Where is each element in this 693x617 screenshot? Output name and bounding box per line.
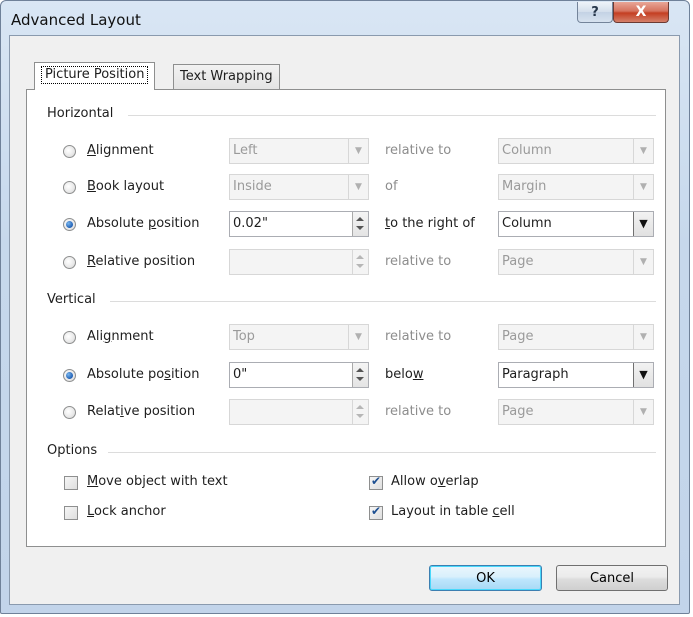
- select-horizontal-alignment-target[interactable]: Column ▼: [498, 138, 654, 164]
- select-horizontal-absolute-target[interactable]: Column ▼: [498, 211, 654, 237]
- radio-vertical-alignment[interactable]: [63, 331, 76, 344]
- label-lock-anchor: Lock anchor: [87, 504, 166, 519]
- label-relation: relative to: [385, 143, 452, 158]
- help-icon: ?: [591, 4, 599, 20]
- close-icon: X: [635, 4, 647, 20]
- checkbox-lock-anchor[interactable]: [64, 506, 78, 520]
- select-vertical-absolute-target[interactable]: Paragraph ▼: [498, 362, 654, 388]
- label-relation: relative to: [385, 254, 452, 269]
- help-button[interactable]: ?: [577, 2, 613, 23]
- radio-horizontal-relative-position[interactable]: [63, 256, 76, 269]
- radio-book-layout[interactable]: [63, 181, 76, 194]
- dropdown-arrow-icon: ▼: [633, 175, 653, 199]
- checkbox-move-object-with-text[interactable]: [64, 476, 78, 490]
- radio-horizontal-alignment[interactable]: [63, 145, 76, 158]
- spinner-arrows-icon[interactable]: [352, 212, 368, 236]
- dropdown-arrow-icon: ▼: [633, 139, 653, 163]
- label-relation: relative to: [385, 404, 452, 419]
- label-relation: relative to: [385, 329, 452, 344]
- select-vertical-alignment[interactable]: Top ▼: [229, 324, 369, 350]
- checkbox-layout-in-table-cell[interactable]: [369, 504, 383, 520]
- dropdown-arrow-icon[interactable]: ▼: [633, 212, 653, 236]
- close-button[interactable]: X: [613, 2, 669, 23]
- select-vertical-alignment-target[interactable]: Page ▼: [498, 324, 654, 350]
- dropdown-arrow-icon: ▼: [633, 250, 653, 274]
- select-book-layout-target[interactable]: Margin ▼: [498, 174, 654, 200]
- tab-text-wrapping[interactable]: Text Wrapping: [173, 64, 280, 90]
- checkbox-allow-overlap[interactable]: [369, 474, 383, 490]
- vertical-absolute-position-input[interactable]: 0": [229, 362, 369, 388]
- label-move-object-with-text: Move object with text: [87, 474, 228, 489]
- horizontal-absolute-position-input[interactable]: 0.02": [229, 211, 369, 237]
- dropdown-arrow-icon: ▼: [633, 325, 653, 349]
- dropdown-arrow-icon: ▼: [348, 175, 368, 199]
- section-label-options: Options: [47, 443, 98, 458]
- label-horizontal-alignment: Alignment: [87, 143, 154, 158]
- label-vertical-absolute-position: Absolute position: [87, 367, 200, 382]
- label-below: below: [385, 367, 424, 382]
- section-divider: [128, 115, 656, 116]
- cancel-button[interactable]: Cancel: [556, 565, 668, 591]
- label-to-the-right-of: to the right of: [385, 216, 475, 231]
- label-allow-overlap: Allow overlap: [391, 474, 479, 489]
- tab-picture-position[interactable]: Picture Position: [34, 62, 156, 90]
- select-horizontal-relative-target[interactable]: Page ▼: [498, 249, 654, 275]
- radio-vertical-absolute-position[interactable]: [63, 369, 76, 382]
- section-label-vertical: Vertical: [47, 292, 96, 307]
- dropdown-arrow-icon: ▼: [633, 400, 653, 424]
- section-divider: [108, 452, 656, 453]
- dropdown-arrow-icon: ▼: [348, 139, 368, 163]
- select-vertical-relative-target[interactable]: Page ▼: [498, 399, 654, 425]
- vertical-relative-position-input[interactable]: [229, 399, 369, 425]
- radio-horizontal-absolute-position[interactable]: [63, 218, 76, 231]
- label-vertical-alignment: Alignment: [87, 329, 154, 344]
- dropdown-arrow-icon[interactable]: ▼: [633, 363, 653, 387]
- label-horizontal-absolute-position: Absolute position: [87, 216, 200, 231]
- label-book-layout: Book layout: [87, 179, 165, 194]
- dialog-title: Advanced Layout: [11, 11, 141, 29]
- radio-vertical-relative-position[interactable]: [63, 406, 76, 419]
- label-relation: of: [385, 179, 398, 194]
- spinner-arrows-icon[interactable]: [352, 363, 368, 387]
- label-horizontal-relative-position: Relative position: [87, 254, 196, 269]
- spinner-arrows-icon: [352, 400, 368, 424]
- label-layout-in-table-cell: Layout in table cell: [391, 504, 515, 519]
- section-divider: [110, 301, 656, 302]
- spinner-arrows-icon: [352, 250, 368, 274]
- horizontal-relative-position-input[interactable]: [229, 249, 369, 275]
- dropdown-arrow-icon: ▼: [348, 325, 368, 349]
- title-bar[interactable]: Advanced Layout ? X: [1, 1, 689, 35]
- select-book-layout[interactable]: Inside ▼: [229, 174, 369, 200]
- label-vertical-relative-position: Relative position: [87, 404, 196, 419]
- section-label-horizontal: Horizontal: [47, 106, 114, 121]
- select-horizontal-alignment[interactable]: Left ▼: [229, 138, 369, 164]
- ok-button[interactable]: OK: [429, 565, 542, 591]
